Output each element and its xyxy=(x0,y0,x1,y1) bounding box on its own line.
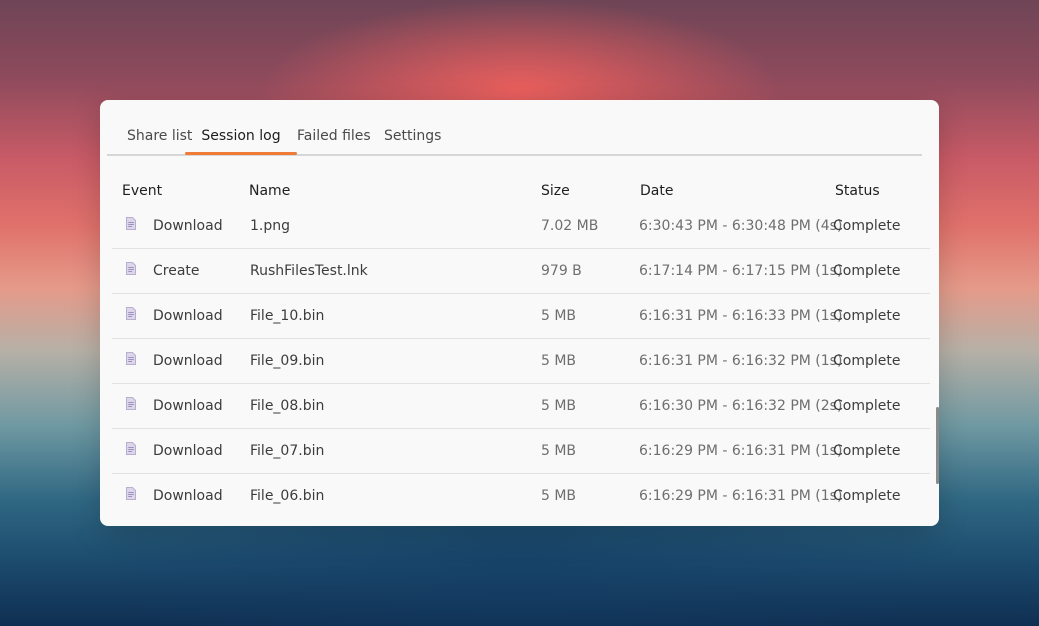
column-header-status[interactable]: Status xyxy=(835,183,880,199)
column-header-event[interactable]: Event xyxy=(122,183,162,199)
cell-size: 5 MB xyxy=(541,443,577,459)
tab-share-list[interactable]: Share list xyxy=(127,118,192,154)
cell-date: 6:16:29 PM - 6:16:31 PM (1s) xyxy=(639,443,843,459)
cell-date: 6:16:31 PM - 6:16:33 PM (1s) xyxy=(639,308,843,324)
cell-status: Complete xyxy=(833,353,901,369)
cell-event: Download xyxy=(153,398,223,414)
cell-name: File_06.bin xyxy=(250,488,325,504)
cell-event: Create xyxy=(153,263,200,279)
cell-name: File_09.bin xyxy=(250,353,325,369)
cell-date: 6:16:30 PM - 6:16:32 PM (2s) xyxy=(639,398,843,414)
cell-date: 6:17:14 PM - 6:17:15 PM (1s) xyxy=(639,263,843,279)
column-header-date[interactable]: Date xyxy=(640,183,673,199)
cell-status: Complete xyxy=(833,263,901,279)
tab-failed-files[interactable]: Failed files xyxy=(297,118,371,154)
cell-name: 1.png xyxy=(250,218,291,234)
cell-date: 6:16:29 PM - 6:16:31 PM (1s) xyxy=(639,488,843,504)
file-icon xyxy=(126,352,136,365)
column-header-size[interactable]: Size xyxy=(541,183,570,199)
cell-name: File_08.bin xyxy=(250,398,325,414)
cell-status: Complete xyxy=(833,443,901,459)
table-row[interactable]: Download 1.png 7.02 MB 6:30:43 PM - 6:30:48… xyxy=(112,204,930,249)
cell-event: Download xyxy=(153,308,223,324)
file-icon xyxy=(126,262,136,275)
file-icon xyxy=(126,307,136,320)
column-header-name[interactable]: Name xyxy=(249,183,290,199)
cell-name: File_07.bin xyxy=(250,443,325,459)
cell-status: Complete xyxy=(833,308,901,324)
table-row[interactable]: Download File_08.bin 5 MB 6:16:30 PM - 6:16… xyxy=(112,384,930,429)
cell-date: 6:30:43 PM - 6:30:48 PM (4s) xyxy=(639,218,843,234)
cell-event: Download xyxy=(153,443,223,459)
cell-event: Download xyxy=(153,353,223,369)
file-icon xyxy=(126,397,136,410)
cell-size: 979 B xyxy=(541,263,582,279)
tab-bar: Share list Session log Failed files Sett… xyxy=(107,118,922,156)
file-icon xyxy=(126,442,136,455)
table-row[interactable]: Download File_07.bin 5 MB 6:16:29 PM - 6:16… xyxy=(112,429,930,474)
cell-size: 7.02 MB xyxy=(541,218,599,234)
table-header: Event Name Size Date Status xyxy=(100,180,939,205)
session-panel: Share list Session log Failed files Sett… xyxy=(100,100,939,526)
table-row[interactable]: Download File_09.bin 5 MB 6:16:31 PM - 6:16… xyxy=(112,339,930,384)
vertical-scrollbar[interactable] xyxy=(936,407,939,484)
cell-size: 5 MB xyxy=(541,308,577,324)
cell-size: 5 MB xyxy=(541,353,577,369)
tab-session-log[interactable]: Session log xyxy=(185,118,297,154)
file-icon xyxy=(126,217,136,230)
cell-status: Complete xyxy=(833,488,901,504)
table-row[interactable]: Download File_10.bin 5 MB 6:16:31 PM - 6:16… xyxy=(112,294,930,339)
cell-date: 6:16:31 PM - 6:16:32 PM (1s) xyxy=(639,353,843,369)
cell-status: Complete xyxy=(833,398,901,414)
cell-size: 5 MB xyxy=(541,398,577,414)
file-icon xyxy=(126,487,136,500)
cell-size: 5 MB xyxy=(541,488,577,504)
cell-name: File_10.bin xyxy=(250,308,325,324)
tab-settings[interactable]: Settings xyxy=(384,118,441,154)
table-row[interactable]: Download File_06.bin 5 MB 6:16:29 PM - 6:16… xyxy=(112,474,930,518)
cell-status: Complete xyxy=(833,218,901,234)
session-log-table: Download 1.png 7.02 MB 6:30:43 PM - 6:30:48… xyxy=(100,204,939,518)
cell-event: Download xyxy=(153,488,223,504)
cell-name: RushFilesTest.lnk xyxy=(250,263,368,279)
table-row[interactable]: Create RushFilesTest.lnk 979 B 6:17:14 PM -… xyxy=(112,249,930,294)
cell-event: Download xyxy=(153,218,223,234)
active-tab-indicator xyxy=(185,152,297,155)
